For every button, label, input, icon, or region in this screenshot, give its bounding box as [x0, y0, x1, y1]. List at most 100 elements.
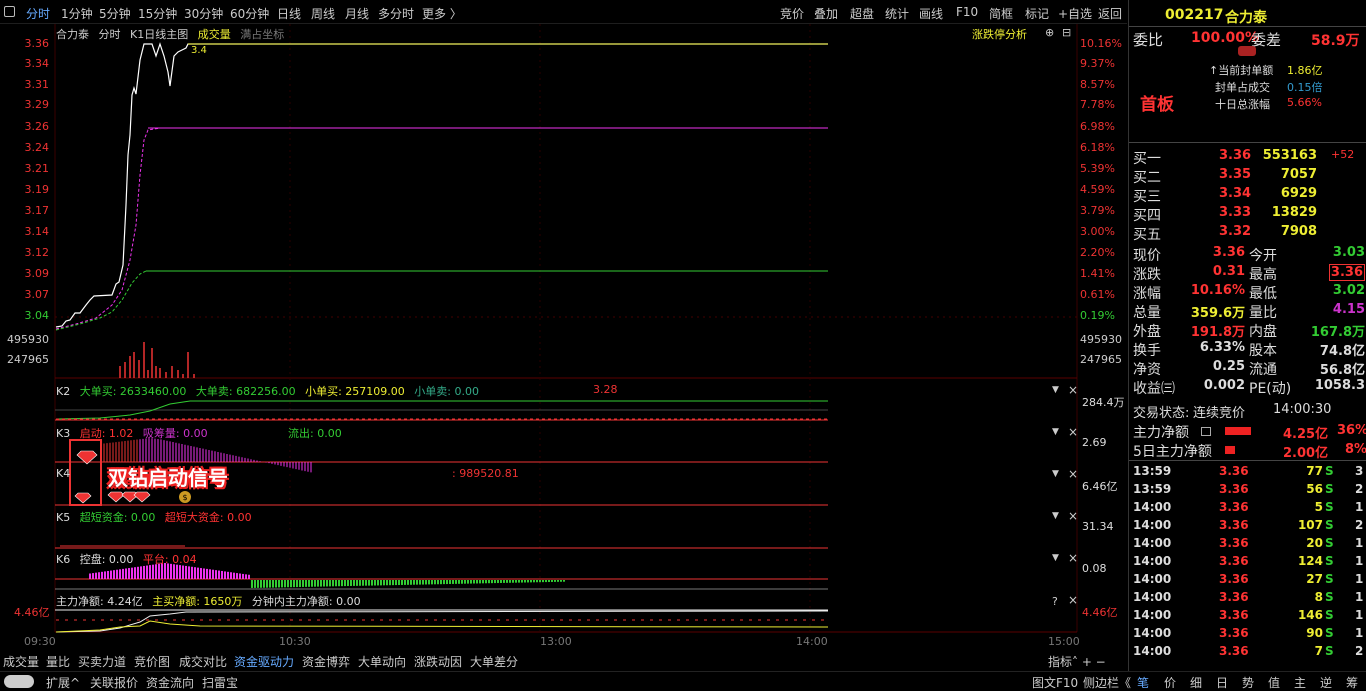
tab-stock-name[interactable]: 合力泰	[56, 28, 89, 41]
minesweeper-button[interactable]: 扫雷宝	[202, 674, 238, 691]
tick-row: 14:00 3.36 20 S 1	[1133, 536, 1364, 550]
related-quote-button[interactable]: 关联报价	[90, 674, 138, 691]
tab-reverse[interactable]: 逆	[1320, 674, 1332, 691]
k7-close-icon[interactable]: ×	[1068, 593, 1078, 607]
tab-auction-chart[interactable]: 竞价图	[134, 653, 170, 670]
help-icon[interactable]: ?	[1052, 595, 1058, 608]
money-bag-icon: $	[179, 491, 191, 503]
trade-time: 14:00:30	[1273, 402, 1332, 417]
vol-axis-label: 495930	[7, 333, 49, 346]
tab-day[interactable]: 日	[1216, 674, 1228, 691]
k2-close-icon[interactable]: ×	[1068, 383, 1078, 397]
flow-bar	[1225, 446, 1235, 454]
tab-volume[interactable]: 成交量	[198, 28, 231, 41]
price-axis-label: 3.07	[24, 288, 50, 301]
close-icon[interactable]: ⊟	[1062, 26, 1071, 39]
k2-axis-value: 284.4万	[1082, 396, 1125, 409]
bid-row[interactable]: 买一 3.36 553163 +52	[1129, 147, 1366, 167]
k3-menu-icon[interactable]: ▼	[1052, 427, 1059, 437]
price-axis-label: 3.19	[24, 183, 50, 196]
stat-row: 外盘 191.8万 内盘 167.8万	[1133, 324, 1365, 340]
tab-fund-game[interactable]: 资金博弈	[302, 653, 350, 670]
tab-intraday-chart[interactable]: 分时	[99, 28, 121, 41]
k4-close-icon[interactable]: ×	[1068, 467, 1078, 481]
signal-label: 双钻启动信号	[108, 466, 228, 490]
tab-full-axis[interactable]: 满占坐标	[240, 28, 284, 41]
collapse-icon[interactable]	[1238, 46, 1256, 56]
trade-state: 连续竞价	[1193, 406, 1246, 421]
pct-axis-label: 6.98%	[1080, 120, 1115, 133]
k6-menu-icon[interactable]: ▼	[1052, 553, 1059, 563]
k5-axis-value: 31.34	[1082, 520, 1114, 533]
pct-axis-label: 8.57%	[1080, 78, 1115, 91]
pct-axis-label: 3.79%	[1080, 204, 1115, 217]
price-axis-label: 3.26	[24, 120, 50, 133]
pct-axis-label: 4.59%	[1080, 183, 1115, 196]
k3-close-icon[interactable]: ×	[1068, 425, 1078, 439]
tab-price[interactable]: 价	[1164, 674, 1176, 691]
tick-row: 14:00 3.36 146 S 1	[1133, 608, 1364, 622]
tab-k1-main[interactable]: K1日线主图	[130, 28, 188, 41]
info-icon[interactable]	[1201, 427, 1211, 436]
board-badge: 首板	[1140, 95, 1174, 115]
price-axis-label: 3.31	[24, 78, 50, 91]
price-axis-label: 3.09	[24, 267, 50, 280]
stock-code: 002217	[1165, 7, 1224, 23]
pct-axis-label: 0.19%	[1080, 309, 1115, 322]
fund-flow-button[interactable]: 资金流向	[146, 674, 194, 691]
sidebar-button[interactable]: 侧边栏《	[1083, 674, 1131, 691]
k2-legend: K2 大单买: 2633460.00 大单卖: 682256.00 小单买: 2…	[56, 385, 479, 398]
price-axis-label: 3.14	[24, 225, 50, 238]
wb-value: 100.00%	[1191, 30, 1260, 46]
pct-axis-label: 7.78%	[1080, 98, 1115, 111]
vol-axis-label-r: 495930	[1080, 333, 1122, 346]
k5-close-icon[interactable]: ×	[1068, 509, 1078, 523]
f10-text-button[interactable]: 图文F10	[1032, 674, 1078, 691]
time-label: 14:00	[796, 635, 828, 648]
bid-row[interactable]: 买二 3.35 7057	[1129, 166, 1366, 186]
tab-value[interactable]: 值	[1268, 674, 1280, 691]
indicator-menu[interactable]: 指标˄ + −	[1048, 653, 1106, 670]
tick-row: 14:00 3.36 124 S 1	[1133, 554, 1364, 568]
stat-row: 净资 0.25 流通 56.8亿	[1133, 359, 1365, 378]
tab-fund-drive[interactable]: 资金驱动力	[234, 653, 294, 670]
flow-bar	[1225, 427, 1251, 435]
k5-legend: K5 超短资金: 0.00 超短大资金: 0.00	[56, 511, 252, 524]
bid-row[interactable]: 买五 3.32 7908	[1129, 223, 1366, 243]
k6-close-icon[interactable]: ×	[1068, 551, 1078, 565]
expand-button[interactable]: 扩展^	[46, 674, 80, 691]
pct-axis-label: 0.61%	[1080, 288, 1115, 301]
k2-extra: 3.28	[593, 383, 618, 396]
tab-main[interactable]: 主	[1294, 674, 1306, 691]
bid-row[interactable]: 买四 3.33 13829	[1129, 204, 1366, 224]
tab-big-order-trend[interactable]: 大单动向	[358, 653, 406, 670]
k2-menu-icon[interactable]: ▼	[1052, 385, 1059, 395]
tab-big-order-diff[interactable]: 大单差分	[470, 653, 518, 670]
k5-menu-icon[interactable]: ▼	[1052, 511, 1059, 521]
k6-legend: K6 控盘: 0.00 平台: 0.04	[56, 553, 197, 566]
tab-volume-ratio[interactable]: 量比	[46, 653, 70, 670]
tab-buy-sell-force[interactable]: 买卖力道	[78, 653, 126, 670]
k3-axis-value: 2.69	[1082, 436, 1107, 449]
limit-analysis-button[interactable]: 涨跌停分析	[972, 26, 1027, 42]
tab-trade-compare[interactable]: 成交对比	[179, 653, 227, 670]
tab-trend[interactable]: 势	[1242, 674, 1254, 691]
tab-trades[interactable]: 笔	[1137, 674, 1149, 691]
avg-line	[55, 127, 828, 331]
diamond-icon	[74, 492, 92, 504]
k4-menu-icon[interactable]: ▼	[1052, 469, 1059, 479]
pct-axis-label: 5.39%	[1080, 162, 1115, 175]
stat-row: 总量 359.6万 量比 4.15	[1133, 302, 1365, 321]
bid-row[interactable]: 买三 3.34 6929	[1129, 185, 1366, 205]
tab-change-cause[interactable]: 涨跌动因	[414, 653, 462, 670]
volume-bars	[119, 342, 195, 378]
tab-detail[interactable]: 细	[1190, 674, 1202, 691]
tab-volume-ind[interactable]: 成交量	[3, 653, 39, 670]
stock-name: 合力泰	[1225, 10, 1267, 26]
tab-chips[interactable]: 筹	[1346, 674, 1358, 691]
price-axis-label: 3.17	[24, 204, 50, 217]
settings-icon[interactable]: ⊕	[1045, 26, 1054, 39]
pct-axis-label: 1.41%	[1080, 267, 1115, 280]
toggle-switch[interactable]	[4, 675, 34, 688]
k7-left-value: 4.46亿	[14, 606, 50, 619]
